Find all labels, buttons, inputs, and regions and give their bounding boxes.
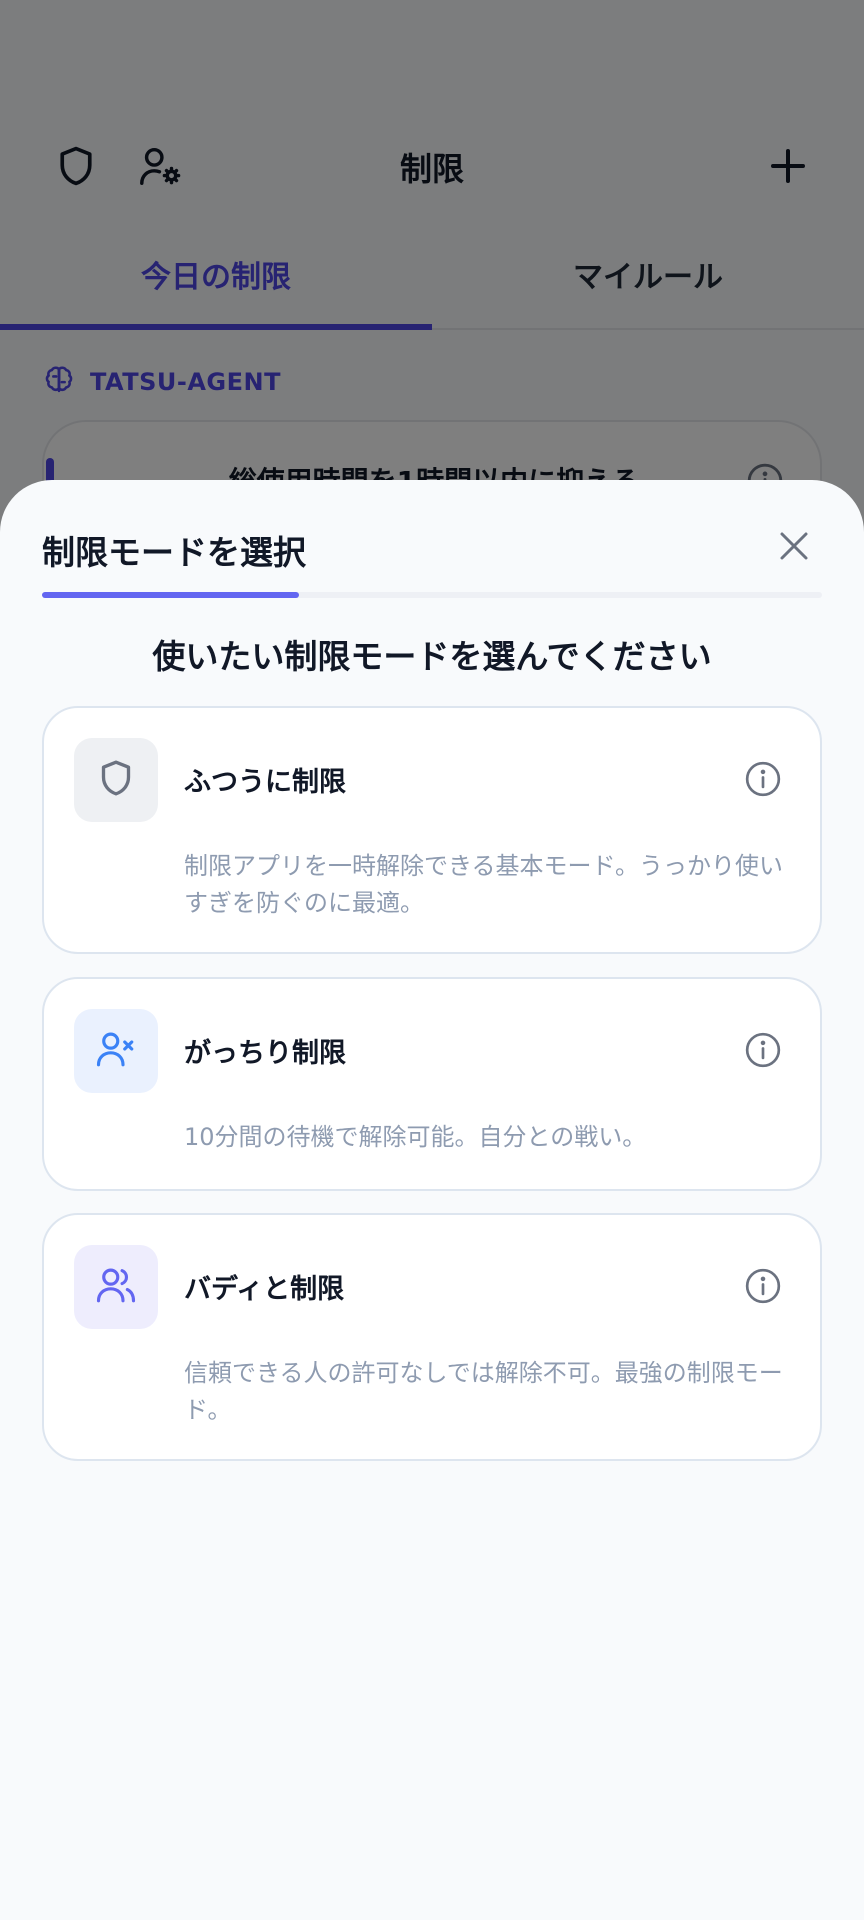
mode-description: 信頼できる人の許可なしでは解除不可。最強の制限モード。 [184, 1359, 783, 1424]
user-x-icon [95, 1028, 137, 1074]
sheet-prompt: 使いたい制限モードを選んでください [152, 637, 712, 676]
mode-name: がっちり制限 [184, 1038, 346, 1069]
mode-icon-box [74, 738, 158, 822]
mode-select-sheet: 制限モードを選択 使いたい制限モードを選んでください ふつうに制限 制限アプリを… [0, 480, 864, 1920]
shield-icon [96, 758, 136, 802]
mode-name: ふつうに制限 [184, 767, 346, 798]
mode-card-buddy[interactable]: バディと制限 信頼できる人の許可なしでは解除不可。最強の制限モード。 [42, 1213, 822, 1461]
close-icon [776, 528, 812, 568]
info-icon[interactable] [744, 760, 782, 798]
info-icon[interactable] [744, 1031, 782, 1069]
sheet-title: 制限モードを選択 [42, 533, 306, 572]
step-progress [42, 592, 822, 598]
mode-card-strict[interactable]: がっちり制限 10分間の待機で解除可能。自分との戦い。 [42, 977, 822, 1191]
users-icon [95, 1264, 137, 1310]
step-progress-fill [42, 592, 300, 598]
mode-card-normal[interactable]: ふつうに制限 制限アプリを一時解除できる基本モード。うっかり使いすぎを防ぐのに最… [42, 706, 822, 954]
mode-name: バディと制限 [184, 1274, 345, 1305]
close-button[interactable] [766, 520, 822, 576]
mode-icon-box [74, 1009, 158, 1093]
mode-description: 制限アプリを一時解除できる基本モード。うっかり使いすぎを防ぐのに最適。 [184, 852, 784, 917]
info-icon[interactable] [744, 1267, 782, 1305]
mode-icon-box [74, 1245, 158, 1329]
mode-description: 10分間の待機で解除可能。自分との戦い。 [184, 1123, 647, 1151]
